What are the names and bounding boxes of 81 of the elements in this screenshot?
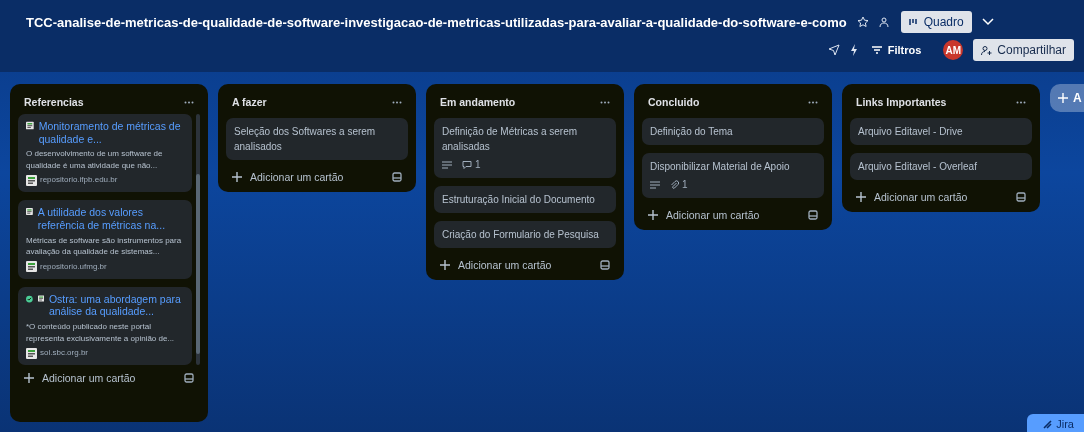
link-title[interactable]: A utilidade dos valores referência de métricas na... xyxy=(37,206,184,232)
site-icon xyxy=(37,292,44,304)
add-card-button[interactable]: Adicionar um cartão xyxy=(856,191,968,203)
more-icon[interactable] xyxy=(392,100,402,104)
add-card-button[interactable]: Adicionar um cartão xyxy=(24,372,136,385)
card-template-icon xyxy=(184,373,194,384)
more-icon[interactable] xyxy=(808,100,818,104)
card-title: Definição de Métricas a serem analisadas xyxy=(442,125,579,154)
plus-icon xyxy=(1058,93,1068,103)
list-title[interactable]: A fazer xyxy=(232,96,267,108)
link-title[interactable]: Monitoramento de métricas de qualidade e... xyxy=(38,120,184,146)
comment-icon xyxy=(462,159,472,170)
link-domain: sol.sbc.org.br xyxy=(40,347,89,360)
more-icon[interactable] xyxy=(1016,100,1026,104)
link-card[interactable]: Monitoramento de métricas de qualidade e... O desenvolvimento de um software de qualidade é uma atividade que não... repositorio.ifpb.edu.br xyxy=(18,114,192,193)
jira-icon xyxy=(1043,419,1053,429)
list-title[interactable]: Em andamento xyxy=(440,96,516,108)
more-icon[interactable] xyxy=(600,100,610,104)
card-title: Seleção dos Softwares a serem analisados xyxy=(234,125,377,154)
card-title: Arquivo Editavel - Overleaf xyxy=(858,160,978,174)
link-description: Métricas de software são instrumentos para avaliação da qualidade de sistemas... xyxy=(26,234,183,258)
card-title: Disponibilizar Material de Apoio xyxy=(650,160,791,174)
add-list-button[interactable]: A xyxy=(1050,84,1084,112)
card[interactable]: Seleção dos Softwares a serem analisados xyxy=(226,118,408,160)
star-icon[interactable] xyxy=(856,16,869,28)
plus-icon xyxy=(24,373,34,384)
view-button[interactable]: Quadro xyxy=(900,11,972,33)
board-title[interactable]: TCC-analise-de-metricas-de-qualidade-de-software-investigacao-de-metricas-utilizadas-para-avaliar-a-qualidade-do-software-e-como xyxy=(26,14,847,30)
site-icon xyxy=(26,174,37,186)
site-icon xyxy=(26,206,33,218)
paperclip-icon xyxy=(670,179,679,190)
scrollbar[interactable] xyxy=(196,114,200,366)
card[interactable]: Criação do Formulario de Pesquisa xyxy=(434,221,616,248)
board-icon xyxy=(908,18,919,26)
plus-icon xyxy=(648,210,658,220)
link-card[interactable]: Ostra: uma abordagem para análise da qualidade... *O conteúdo publicado neste portal representa exclusivamente a opinião de... sol.sbc.org.br xyxy=(18,286,192,366)
add-card-button[interactable]: Adicionar um cartão xyxy=(648,209,760,221)
card[interactable]: Definição do Tema xyxy=(642,118,824,145)
link-card[interactable]: A utilidade dos valores referência de métricas na... Métricas de software são instrumentos para avaliação da qualidade de sistemas... repositorio.ufmg.br xyxy=(18,200,192,279)
link-description: O desenvolvimento de um software de qualidade é uma atividade que não... xyxy=(26,148,164,172)
link-title[interactable]: Ostra: uma abordagem para análise da qualidade... xyxy=(48,292,184,318)
site-icon xyxy=(26,347,37,359)
card-template-icon xyxy=(1016,192,1026,202)
card[interactable]: Arquivo Editavel - Overleaf xyxy=(850,153,1032,180)
filter-button[interactable]: Filtros xyxy=(867,42,926,58)
link-domain: repositorio.ufmg.br xyxy=(40,260,107,273)
card-template-icon xyxy=(600,260,610,270)
lightning-icon[interactable] xyxy=(849,44,858,56)
share-button[interactable]: Compartilhar xyxy=(973,39,1074,61)
add-card-button[interactable]: Adicionar um cartão xyxy=(440,259,552,271)
list-title[interactable]: Concluido xyxy=(648,96,700,108)
plus-icon xyxy=(856,192,866,202)
list-title[interactable]: Links Importantes xyxy=(856,96,947,108)
plus-icon xyxy=(232,172,242,182)
link-domain: repositorio.ifpb.edu.br xyxy=(40,174,118,187)
site-icon xyxy=(26,261,37,273)
card[interactable]: Estruturação Inicial do Documento xyxy=(434,186,616,213)
link-description: *O conteúdo publicado neste portal representa exclusivamente a opinião de... xyxy=(26,320,176,345)
card-template-icon xyxy=(392,172,402,182)
chevron-down-icon[interactable] xyxy=(981,18,994,26)
card-title: Definição do Tema xyxy=(650,125,734,139)
send-icon[interactable] xyxy=(827,44,840,56)
card-title: Arquivo Editavel - Drive xyxy=(858,125,964,139)
card[interactable]: Arquivo Editavel - Drive xyxy=(850,118,1032,145)
card-title: Criação do Formulario de Pesquisa xyxy=(442,228,600,242)
more-icon[interactable] xyxy=(184,100,194,104)
plus-icon xyxy=(440,260,450,270)
people-icon[interactable] xyxy=(878,16,891,28)
add-person-icon xyxy=(981,44,993,56)
comment-count: 1 xyxy=(475,158,481,172)
card-template-icon xyxy=(808,210,818,220)
list-title[interactable]: Referencias xyxy=(24,96,84,108)
card[interactable]: Definição de Métricas a serem analisadas 1 xyxy=(434,118,616,178)
avatar[interactable]: AM xyxy=(943,40,964,60)
attachment-count: 1 xyxy=(682,178,688,192)
card-title: Estruturação Inicial do Documento xyxy=(442,193,596,207)
filter-icon xyxy=(871,46,882,54)
card[interactable]: Disponibilizar Material de Apoio 1 xyxy=(642,153,824,198)
jira-button[interactable]: Jira xyxy=(1027,414,1084,432)
add-card-button[interactable]: Adicionar um cartão xyxy=(232,171,344,183)
site-icon xyxy=(26,120,34,131)
